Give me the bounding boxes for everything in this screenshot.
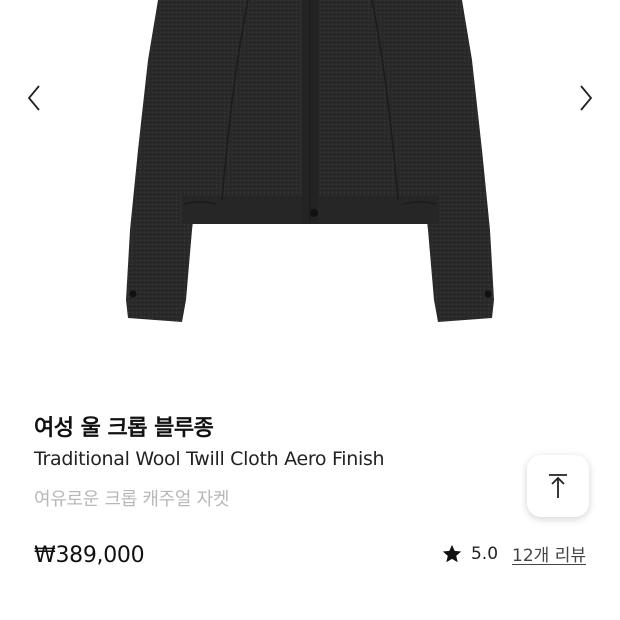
chevron-right-icon	[580, 85, 593, 111]
product-rating: 5.0 12개 리뷰	[441, 541, 586, 566]
arrow-up-to-top-icon	[549, 474, 567, 498]
product-price: ₩389,000	[34, 543, 145, 568]
star-icon	[441, 543, 463, 565]
product-name-english: Traditional Wool Twill Cloth Aero Finish	[34, 448, 385, 470]
next-image-button[interactable]	[572, 80, 600, 116]
product-name-korean: 여성 울 크롭 블루종	[34, 416, 214, 441]
scroll-to-top-button[interactable]	[527, 455, 589, 517]
product-image	[126, 0, 494, 322]
previous-image-button[interactable]	[20, 80, 48, 116]
review-count-link[interactable]: 12개 리뷰	[512, 541, 586, 566]
product-description: 여유로운 크롭 캐주얼 자켓	[34, 489, 230, 510]
rating-score: 5.0	[470, 543, 499, 564]
chevron-left-icon	[27, 85, 40, 111]
product-image-gallery[interactable]	[0, 0, 620, 340]
